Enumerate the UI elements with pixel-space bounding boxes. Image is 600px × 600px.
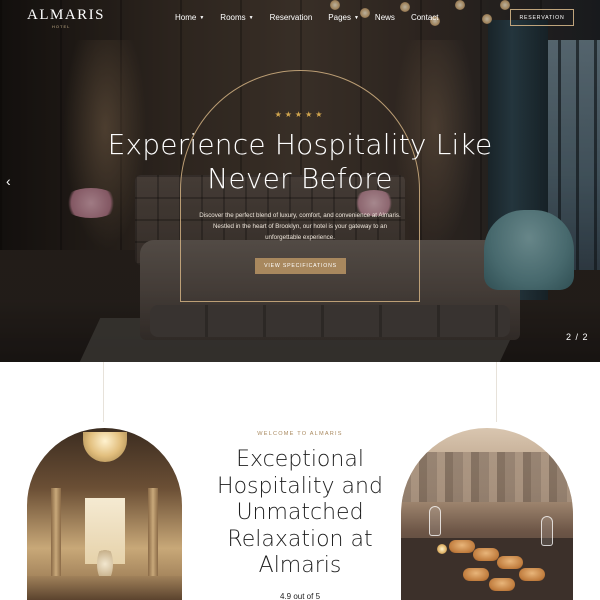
bread (449, 540, 475, 553)
nav-item-pages[interactable]: Pages ▼ (328, 13, 359, 22)
decorative-line (103, 362, 104, 422)
decorative-line (496, 362, 497, 422)
bread (497, 556, 523, 569)
brand-logo[interactable]: ALMARIS (27, 7, 105, 24)
rating-text: 4.9 out of 5 (279, 592, 321, 600)
section-title: Exceptional Hospitality and Unmatched Re… (217, 447, 383, 578)
chevron-down-icon: ▼ (199, 14, 205, 21)
wine-glass (429, 506, 441, 536)
nav-item-label: Pages (328, 13, 351, 22)
bread (463, 568, 489, 581)
lobby-floor (27, 576, 182, 600)
view-specifications-button[interactable]: VIEW SPECIFICATIONS (255, 258, 346, 274)
nav-item-label: Contact (410, 13, 439, 22)
bread (473, 548, 499, 561)
nav-item-label: Home (175, 13, 197, 22)
bread (519, 568, 545, 581)
nav-item-label: News (374, 13, 395, 22)
dining-image (401, 428, 573, 600)
reservation-button[interactable]: RESERVATION (510, 9, 574, 26)
chevron-left-icon[interactable]: ‹ (6, 173, 11, 189)
brand-subtitle: HOTEL (52, 24, 71, 29)
chevron-down-icon: ▼ (248, 14, 254, 21)
hero-description: Discover the perfect blend of luxury, co… (199, 212, 401, 241)
nav-item-rooms[interactable]: Rooms ▼ (220, 13, 253, 22)
top-navigation: ALMARIS HOTEL Home ▼ Rooms ▼ Reservation… (0, 0, 600, 36)
chandelier (83, 432, 127, 462)
bread (489, 578, 515, 591)
nav-item-reservation[interactable]: Reservation (270, 13, 313, 22)
slide-counter: 2 / 2 (566, 332, 589, 342)
nav-item-label: Reservation (269, 13, 313, 22)
city-skyline (401, 452, 573, 502)
chevron-down-icon: ▼ (353, 14, 359, 21)
section-eyebrow: WELCOME TO ALMARIS (257, 431, 343, 437)
candle-light (437, 544, 447, 554)
nav-item-label: Rooms (220, 13, 246, 22)
hero-title: Experience Hospitality Like Never Before (107, 128, 493, 195)
wine-glass (541, 516, 553, 546)
hero-slider: ALMARIS HOTEL Home ▼ Rooms ▼ Reservation… (0, 0, 600, 362)
nav-item-contact[interactable]: Contact (411, 13, 439, 22)
nav-item-news[interactable]: News (375, 13, 395, 22)
nav-item-home[interactable]: Home ▼ (175, 13, 204, 22)
main-menu: Home ▼ Rooms ▼ Reservation Pages ▼ News … (175, 13, 455, 22)
lobby-image (27, 428, 182, 600)
star-rating-icon: ★★★★★ (274, 110, 326, 119)
